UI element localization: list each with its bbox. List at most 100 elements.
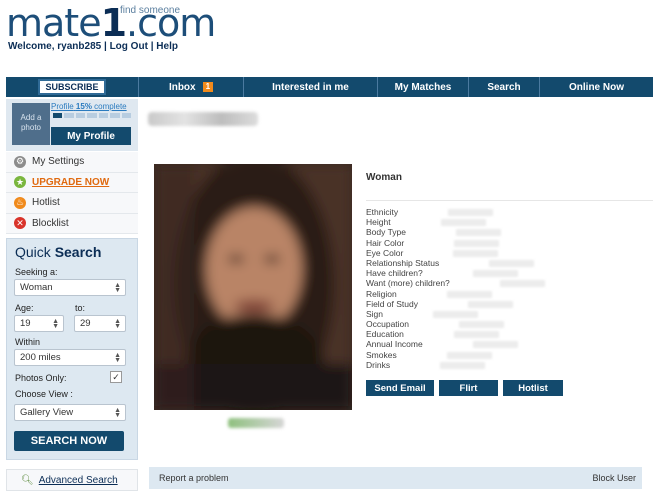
progress-segment — [64, 113, 74, 118]
attribute-row: Ethnicity — [366, 207, 545, 217]
sidebar-item-label: UPGRADE NOW — [32, 176, 110, 188]
divider — [366, 200, 653, 201]
attribute-value-blurred — [446, 351, 492, 359]
send-email-button[interactable]: Send Email — [366, 380, 434, 396]
age-from-select[interactable]: 19 ▲ ▼ — [14, 315, 64, 332]
profile-username-blurred — [148, 112, 258, 126]
profile-photo-image — [154, 164, 352, 410]
advanced-search-label: Advanced Search — [38, 474, 118, 486]
mate1-logo[interactable]: mate1.com — [6, 4, 216, 42]
main-nav: SUBSCRIBE Inbox 1 Interested in me My Ma… — [6, 77, 653, 97]
attribute-row: Annual Income — [366, 339, 545, 349]
profile-photo[interactable] — [154, 164, 352, 410]
profile-summary: Add a photo Profile 15% complete My Prof… — [6, 99, 138, 151]
profile-progress-bar — [53, 113, 131, 118]
progress-segment — [75, 113, 86, 118]
nav-online-now[interactable]: Online Now — [540, 77, 653, 97]
photos-only-label: Photos Only: — [15, 373, 67, 383]
sidebar-item-label: My Settings — [32, 156, 85, 168]
attribute-row: Education — [366, 329, 545, 339]
seeking-select[interactable]: Woman ▲ ▼ — [14, 279, 126, 296]
progress-segment — [87, 113, 97, 118]
nav-interested-in-me[interactable]: Interested in me — [244, 77, 378, 97]
attribute-label: Education — [366, 329, 404, 340]
logout-link[interactable]: Log Out — [110, 41, 148, 52]
attribute-label: Relationship Status — [366, 257, 440, 268]
attribute-value-blurred — [446, 290, 492, 298]
my-profile-button[interactable]: My Profile — [51, 127, 131, 145]
attribute-label: Want (more) children? — [366, 278, 450, 289]
block-icon: ✕ — [14, 217, 26, 230]
attribute-label: Annual Income — [366, 339, 423, 350]
nav-subscribe-cell: SUBSCRIBE — [6, 77, 139, 97]
hotlist-button[interactable]: Hotlist — [503, 380, 563, 396]
attribute-value-blurred — [459, 321, 504, 329]
select-arrows-icon: ▲ ▼ — [114, 318, 121, 330]
quick-search-panel: Quick Search Seeking a: Woman ▲ ▼ Age: to… — [6, 238, 138, 460]
flame-icon: ♨ — [14, 196, 26, 209]
attribute-row: Field of Study — [366, 299, 545, 309]
sidebar-item-upgrade[interactable]: ★ UPGRADE NOW — [6, 172, 138, 193]
attribute-label: Ethnicity — [366, 207, 399, 217]
welcome-text: Welcome, ryanb285 — [8, 41, 102, 52]
attribute-label: Body Type — [366, 227, 407, 238]
nav-inbox[interactable]: Inbox 1 — [139, 77, 244, 97]
sidebar-item-label: Hotlist — [32, 197, 60, 209]
search-now-button[interactable]: SEARCH NOW — [14, 431, 124, 451]
attribute-value-blurred — [448, 209, 494, 216]
quick-search-title: Quick Search — [15, 244, 102, 260]
gear-icon: ⚙ — [14, 155, 26, 168]
attribute-value-blurred — [499, 280, 545, 288]
attribute-value-blurred — [440, 361, 486, 369]
block-user-link[interactable]: Block User — [592, 473, 636, 483]
within-select[interactable]: 200 miles ▲ ▼ — [14, 349, 126, 366]
age-to-label: to: — [75, 303, 86, 313]
attribute-row: Body Type — [366, 227, 545, 237]
attribute-value-blurred — [472, 270, 518, 278]
seeking-label: Seeking a: — [15, 267, 58, 277]
attribute-value-blurred — [453, 331, 499, 339]
attribute-value-blurred — [433, 310, 479, 318]
attribute-row: Smokes — [366, 350, 545, 360]
sidebar-item-blocklist[interactable]: ✕ Blocklist — [6, 213, 138, 234]
attribute-row: Want (more) children? — [366, 278, 545, 288]
choose-view-label: Choose View : — [15, 389, 73, 399]
choose-view-select[interactable]: Gallery View ▲ ▼ — [14, 404, 126, 421]
sidebar-item-hotlist[interactable]: ♨ Hotlist — [6, 193, 138, 214]
star-icon: ★ — [14, 176, 26, 189]
separator: | — [150, 41, 154, 52]
flirt-button[interactable]: Flirt — [439, 380, 498, 396]
add-photo-button[interactable]: Add a photo — [12, 103, 50, 145]
progress-segment — [53, 113, 63, 118]
profile-attributes: Ethnicity Height Body Type Hair Color Eye Co… — [366, 207, 545, 370]
sidebar-menu: ⚙ My Settings ★ UPGRADE NOW ♨ Hotlist ✕ … — [6, 152, 138, 234]
photo-count-blurred[interactable] — [228, 418, 284, 428]
attribute-label: Sign — [366, 308, 384, 319]
nav-search[interactable]: Search — [469, 77, 540, 97]
attribute-row: Relationship Status — [366, 258, 545, 268]
select-arrows-icon: ▲ ▼ — [52, 318, 59, 330]
profile-complete-link[interactable]: Profile 15% complete — [51, 102, 127, 111]
attribute-label: Field of Study — [366, 298, 418, 309]
attribute-row: Hair Color — [366, 238, 545, 248]
sidebar-item-settings[interactable]: ⚙ My Settings — [6, 152, 138, 173]
attribute-value-blurred — [453, 249, 499, 257]
attribute-value-blurred — [440, 219, 486, 227]
report-problem-link[interactable]: Report a problem — [159, 473, 229, 483]
complete-suffix: complete — [94, 102, 127, 111]
advanced-search-link[interactable]: 🔍︎ Advanced Search — [6, 469, 138, 491]
age-label: Age: — [15, 303, 34, 313]
nav-my-matches[interactable]: My Matches — [378, 77, 469, 97]
attribute-value-blurred — [472, 341, 518, 349]
photos-only-checkbox[interactable]: ✓ — [110, 371, 122, 383]
subscribe-button[interactable]: SUBSCRIBE — [38, 79, 106, 95]
attribute-row: Occupation — [366, 319, 545, 329]
attribute-value-blurred — [456, 229, 502, 237]
age-to-select[interactable]: 29 ▲ ▼ — [74, 315, 126, 332]
profile-footer: Report a problem Block User — [149, 467, 642, 489]
attribute-row: Religion — [366, 289, 545, 299]
help-link[interactable]: Help — [156, 41, 178, 52]
progress-segment — [121, 113, 131, 118]
attribute-label: Eye Color — [366, 247, 404, 258]
attribute-label: Smokes — [366, 349, 397, 360]
